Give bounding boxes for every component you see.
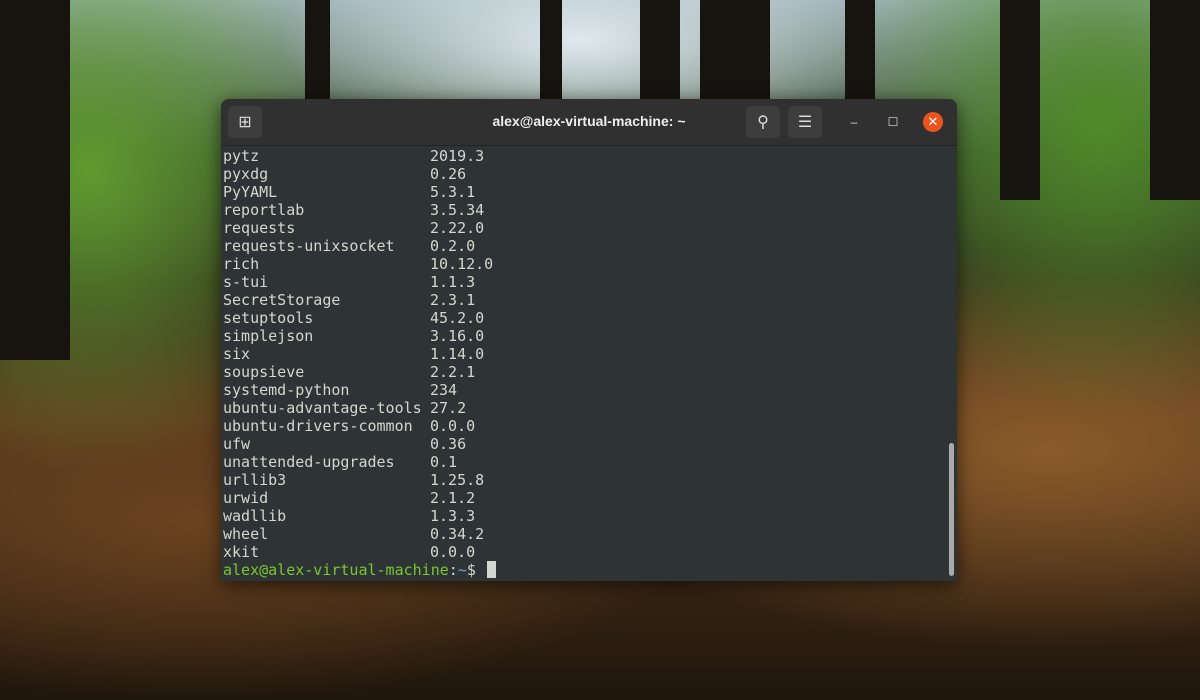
package-version: 0.0.0: [430, 543, 476, 561]
package-row: requests-unixsocket 0.2.0: [223, 237, 957, 255]
close-icon: ✕: [927, 114, 939, 129]
package-row: systemd-python 234: [223, 381, 957, 399]
search-icon: ⚲: [757, 114, 769, 131]
hamburger-icon: ☰: [797, 114, 813, 131]
package-name: unattended-upgrades: [223, 453, 395, 471]
package-version: 234: [430, 381, 458, 399]
close-button[interactable]: ✕: [923, 112, 943, 132]
prompt-line[interactable]: alex@alex-virtual-machine:~$: [223, 561, 957, 579]
package-row: pyxdg 0.26: [223, 165, 957, 183]
cursor: [486, 561, 496, 578]
package-version: 1.1.3: [430, 273, 476, 291]
search-button[interactable]: ⚲: [746, 106, 780, 138]
package-version: 2.2.1: [430, 363, 476, 381]
maximize-button[interactable]: ☐: [883, 112, 903, 132]
background-tree: [640, 0, 680, 100]
minimize-button[interactable]: ‒: [844, 112, 864, 132]
package-version: 1.14.0: [430, 345, 485, 363]
background-tree: [305, 0, 330, 100]
package-row: simplejson 3.16.0: [223, 327, 957, 345]
package-version: 0.36: [430, 435, 467, 453]
package-version: 2.22.0: [430, 219, 485, 237]
package-version: 2.1.2: [430, 489, 476, 507]
background-tree: [540, 0, 562, 100]
package-version: 5.3.1: [430, 183, 476, 201]
package-name: soupsieve: [223, 363, 305, 381]
package-row: PyYAML 5.3.1: [223, 183, 957, 201]
package-name: requests: [223, 219, 296, 237]
package-name: requests-unixsocket: [223, 237, 395, 255]
background-tree: [1150, 0, 1200, 200]
package-name: ubuntu-drivers-common: [223, 417, 413, 435]
maximize-icon: ☐: [887, 115, 899, 129]
package-row: rich 10.12.0: [223, 255, 957, 273]
package-row: requests 2.22.0: [223, 219, 957, 237]
package-row: SecretStorage 2.3.1: [223, 291, 957, 309]
package-version: 3.16.0: [430, 327, 485, 345]
package-version: 10.12.0: [430, 255, 494, 273]
package-name: ubuntu-advantage-tools: [223, 399, 422, 417]
package-row: wheel 0.34.2: [223, 525, 957, 543]
package-row: pytz 2019.3: [223, 147, 957, 165]
package-name: wadllib: [223, 507, 287, 525]
package-name: urllib3: [223, 471, 287, 489]
package-name: SecretStorage: [223, 291, 341, 309]
package-name: s-tui: [223, 273, 269, 291]
package-version: 0.26: [430, 165, 467, 183]
background-tree: [700, 0, 770, 100]
package-version: 45.2.0: [430, 309, 485, 327]
package-version: 1.3.3: [430, 507, 476, 525]
prompt-symbol: $: [466, 561, 485, 579]
scrollbar[interactable]: [949, 443, 954, 576]
package-row: urllib3 1.25.8: [223, 471, 957, 489]
package-version: 0.0.0: [430, 417, 476, 435]
package-name: systemd-python: [223, 381, 350, 399]
package-row: reportlab 3.5.34: [223, 201, 957, 219]
package-name: wheel: [223, 525, 269, 543]
background-tree: [1000, 0, 1040, 200]
package-version: 2.3.1: [430, 291, 476, 309]
package-name: urwid: [223, 489, 269, 507]
prompt-path: ~: [457, 561, 467, 579]
terminal-output[interactable]: pytz 2019.3 pyxdg 0.26 PyYAML 5.3.1 reportlab 3…: [221, 146, 957, 579]
package-name: PyYAML: [223, 183, 278, 201]
package-row: xkit 0.0.0: [223, 543, 957, 561]
package-row: unattended-upgrades 0.1: [223, 453, 957, 471]
terminal-window[interactable]: ⊞ alex@alex-virtual-machine: ~ ⚲ ☰ ‒ ☐ ✕…: [221, 99, 957, 581]
prompt-separator: :: [448, 561, 458, 579]
package-row: soupsieve 2.2.1: [223, 363, 957, 381]
package-row: s-tui 1.1.3: [223, 273, 957, 291]
package-name: ufw: [223, 435, 251, 453]
package-row: ubuntu-drivers-common 0.0.0: [223, 417, 957, 435]
package-name: reportlab: [223, 201, 305, 219]
package-row: six 1.14.0: [223, 345, 957, 363]
package-version: 1.25.8: [430, 471, 485, 489]
package-version: 0.34.2: [430, 525, 485, 543]
minimize-icon: ‒: [850, 115, 858, 129]
package-version: 2019.3: [430, 147, 485, 165]
package-row: setuptools 45.2.0: [223, 309, 957, 327]
background-tree: [845, 0, 875, 100]
package-name: pytz: [223, 147, 260, 165]
package-name: rich: [223, 255, 260, 273]
package-version: 27.2: [430, 399, 467, 417]
package-row: wadllib 1.3.3: [223, 507, 957, 525]
package-name: pyxdg: [223, 165, 269, 183]
package-version: 0.1: [430, 453, 458, 471]
package-row: ubuntu-advantage-tools 27.2: [223, 399, 957, 417]
package-version: 3.5.34: [430, 201, 485, 219]
package-row: urwid 2.1.2: [223, 489, 957, 507]
package-version: 0.2.0: [430, 237, 476, 255]
package-name: simplejson: [223, 327, 314, 345]
package-row: ufw 0.36: [223, 435, 957, 453]
package-name: setuptools: [223, 309, 314, 327]
prompt-user-host: alex@alex-virtual-machine: [223, 561, 449, 579]
title-bar[interactable]: ⊞ alex@alex-virtual-machine: ~ ⚲ ☰ ‒ ☐ ✕: [221, 99, 957, 146]
background-tree: [0, 0, 70, 360]
menu-button[interactable]: ☰: [788, 106, 822, 138]
package-name: six: [223, 345, 251, 363]
package-name: xkit: [223, 543, 260, 561]
